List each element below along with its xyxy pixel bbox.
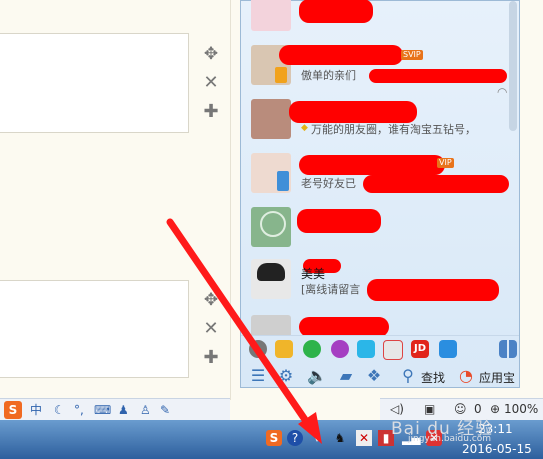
contact-status: 傲单的亲们 — [301, 69, 356, 82]
editor-box-top[interactable] — [0, 33, 189, 133]
redaction-mark — [369, 69, 507, 83]
contact-item[interactable]: 万能的朋友圈，谁有淘宝五钻号， ◆ — [249, 99, 511, 141]
contact-item[interactable] — [249, 0, 511, 33]
moon-icon[interactable]: ☾ — [54, 401, 65, 419]
plus-icon[interactable]: ✚ — [200, 347, 222, 369]
plus-icon[interactable]: ✚ — [200, 101, 222, 123]
speaker-icon[interactable]: 🔈 — [307, 367, 327, 385]
punctuation-icon[interactable]: °, — [74, 401, 84, 419]
panel-bottom-bar: ☰ ⚙ 🔈 ▰ ❖ ⚲ 查找 ◔ 应用宝 — [241, 363, 519, 389]
search-label[interactable]: 查找 — [421, 369, 445, 386]
redaction-mark — [363, 175, 509, 193]
redaction-mark — [279, 45, 403, 65]
contact-name: 美美 — [301, 267, 326, 281]
contact-item[interactable]: VIP 老号好友已 — [249, 153, 511, 195]
redaction-mark — [297, 209, 381, 233]
contact-item[interactable]: 美美 [离线请留言 — [249, 259, 511, 301]
sogou-logo-icon[interactable]: S — [4, 401, 22, 419]
help-icon[interactable]: ? — [287, 430, 303, 446]
wifi-icon: ◠ — [497, 85, 508, 99]
move-icon[interactable]: ✥ — [200, 289, 222, 311]
contact-item[interactable]: SVIP ◠ 傲单的亲们 — [249, 45, 511, 99]
contact-item[interactable] — [249, 207, 511, 249]
gear-icon[interactable]: ⚙ — [277, 367, 295, 385]
app-icon[interactable] — [249, 340, 267, 358]
qq-contact-panel: SVIP ◠ 傲单的亲们 万能的朋友圈，谁有淘宝五钻号， ◆ VIP 老号好友已… — [240, 0, 520, 388]
jd-icon[interactable]: JD — [411, 340, 429, 358]
folder-icon[interactable]: ▰ — [337, 367, 355, 385]
watermark-sub: jingyan.baidu.com — [408, 434, 492, 444]
redaction-mark — [299, 155, 445, 175]
close-icon[interactable]: ✕ — [200, 318, 222, 340]
shield-icon[interactable] — [439, 340, 457, 358]
avatar — [251, 0, 291, 31]
editor-box-bottom[interactable] — [0, 280, 189, 378]
clock-date[interactable]: 2016-05-15 — [462, 442, 532, 456]
avatar — [251, 153, 291, 193]
user-icon[interactable]: ♟ — [118, 401, 129, 419]
flower-icon[interactable] — [331, 340, 349, 358]
contact-status: [离线请留言 — [301, 283, 361, 296]
page-edge-divider — [230, 0, 231, 400]
ime-mode[interactable]: 中 — [30, 401, 42, 419]
editor-tools-top: ✥ ✕ ✚ — [200, 43, 222, 130]
penguin-icon[interactable] — [275, 340, 293, 358]
avatar — [251, 207, 291, 247]
redaction-mark — [299, 0, 373, 23]
close-icon[interactable]: ✕ — [200, 72, 222, 94]
avatar — [251, 259, 291, 299]
contact-item[interactable] — [249, 315, 511, 335]
chart-icon[interactable] — [383, 340, 403, 360]
grid-icon[interactable] — [499, 340, 517, 358]
menu-icon[interactable]: ☰ — [249, 367, 267, 385]
redaction-mark — [289, 101, 417, 123]
music-icon[interactable] — [303, 340, 321, 358]
play-icon[interactable] — [357, 340, 375, 358]
appstore-label[interactable]: 应用宝 — [479, 369, 515, 386]
avatar — [251, 315, 291, 335]
redaction-mark — [299, 317, 389, 335]
editor-tools-bottom: ✥ ✕ ✚ — [200, 289, 222, 376]
appstore-icon[interactable]: ◔ — [457, 367, 475, 385]
avatar — [251, 99, 291, 139]
qq-tray-icon[interactable]: ♞ — [332, 430, 348, 446]
keyboard-icon[interactable]: ⌨ — [94, 401, 111, 419]
vip-badge: SVIP — [401, 50, 423, 60]
wrench-icon[interactable]: ✎ — [160, 401, 170, 419]
sogou-tray-icon[interactable]: S — [266, 430, 282, 446]
vip-badge: VIP — [437, 158, 454, 168]
redaction-mark — [367, 279, 499, 301]
app-shortcut-row: JD — [241, 335, 519, 362]
search-icon[interactable]: ⚲ — [399, 367, 417, 385]
chevron-down-icon[interactable]: ▾ — [309, 430, 325, 446]
ime-toolbar: S 中 ☾ °, ⌨ ♟ ♙ ✎ — [0, 398, 230, 421]
shirt-icon[interactable]: ♙ — [140, 401, 151, 419]
diamond-icon: ◆ — [301, 123, 308, 133]
move-icon[interactable]: ✥ — [200, 43, 222, 65]
contact-status: 老号好友已 — [301, 177, 356, 190]
flag-icon[interactable]: ✕ — [356, 430, 372, 446]
zoom-value: 100% — [504, 402, 539, 416]
apps-icon[interactable]: ❖ — [365, 367, 383, 385]
contact-status: 万能的朋友圈，谁有淘宝五钻号， — [311, 123, 476, 136]
